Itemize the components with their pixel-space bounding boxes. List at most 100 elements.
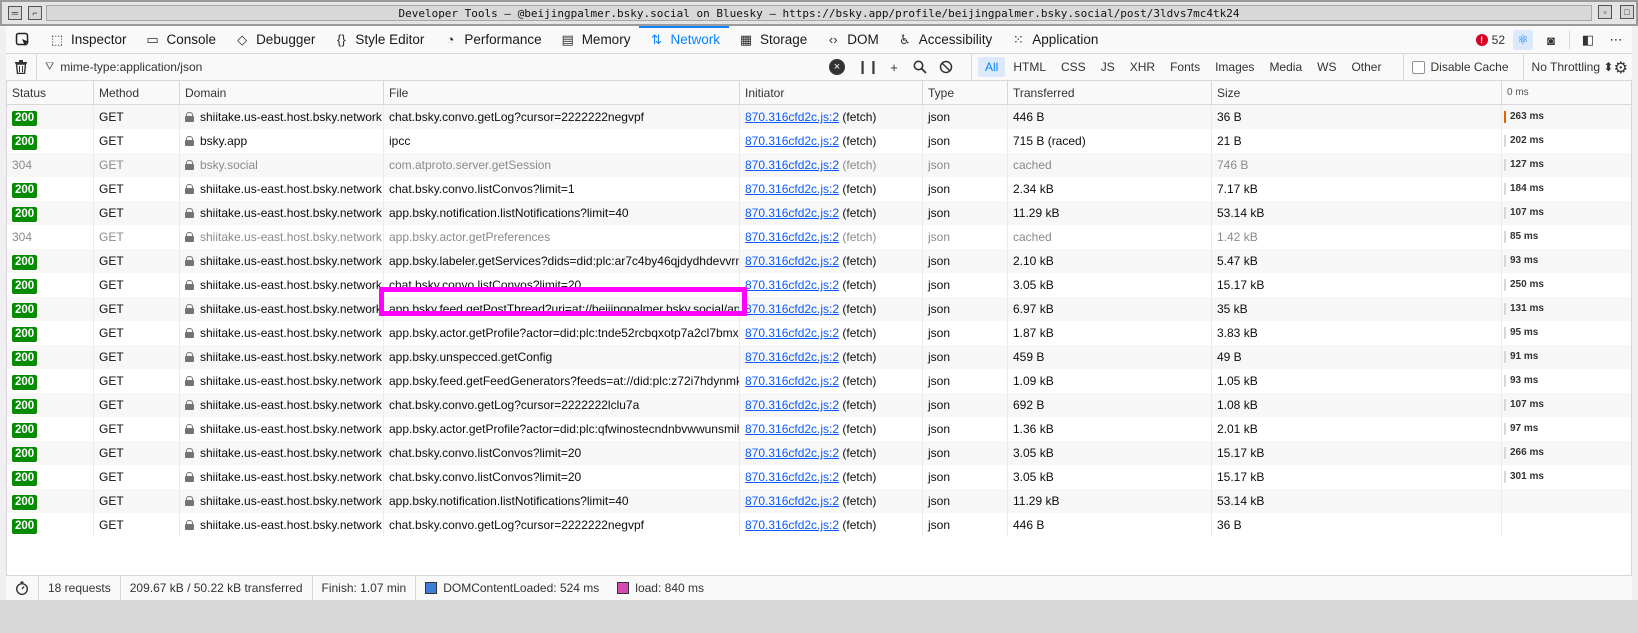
column-header-transferred[interactable]: Transferred <box>1008 81 1212 105</box>
network-settings-gear-icon[interactable]: ⚙ <box>1614 58 1628 78</box>
type-filter-images[interactable]: Images <box>1208 57 1261 77</box>
tab-network[interactable]: ⇅ Network <box>639 25 729 54</box>
more-options-icon[interactable]: ⋯ <box>1606 30 1626 50</box>
window-maximize-button[interactable]: □ <box>1620 5 1634 19</box>
column-header-type[interactable]: Type <box>923 81 1008 105</box>
table-row[interactable]: 200 GET shiitake.us-east.host.bsky.network… <box>7 249 1631 273</box>
initiator-link[interactable]: 870.316cfd2c.js:2 <box>745 158 839 172</box>
clear-filter-icon[interactable]: × <box>829 58 845 75</box>
waterfall-time: 202 ms <box>1510 135 1544 146</box>
tab-accessibility[interactable]: ♿ Accessibility <box>888 26 1002 54</box>
cell-time: 85 ms <box>1502 225 1626 249</box>
table-row[interactable]: 200 GET shiitake.us-east.host.bsky.network… <box>7 417 1631 441</box>
initiator-link[interactable]: 870.316cfd2c.js:2 <box>745 446 839 460</box>
table-row[interactable]: 200 GET shiitake.us-east.host.bsky.network… <box>7 297 1631 321</box>
table-row[interactable]: 200 GET shiitake.us-east.host.bsky.network… <box>7 369 1631 393</box>
type-filter-media[interactable]: Media <box>1262 57 1309 77</box>
table-row[interactable]: 200 GET shiitake.us-east.host.bsky.network… <box>7 273 1631 297</box>
tab-debugger[interactable]: ◇ Debugger <box>225 26 324 54</box>
type-filter-xhr[interactable]: XHR <box>1123 57 1162 77</box>
react-devtools-icon[interactable]: ⚛ <box>1513 30 1533 50</box>
waterfall-bar <box>1504 375 1506 387</box>
window-shade-button[interactable]: ⌐ <box>28 6 42 20</box>
search-icon[interactable] <box>909 57 931 77</box>
column-header-method[interactable]: Method <box>94 81 180 105</box>
initiator-link[interactable]: 870.316cfd2c.js:2 <box>745 494 839 508</box>
table-row[interactable]: 200 GET shiitake.us-east.host.bsky.network… <box>7 345 1631 369</box>
table-row[interactable]: 200 GET shiitake.us-east.host.bsky.network… <box>7 465 1631 489</box>
pause-icon[interactable]: ❙❙ <box>857 57 879 77</box>
initiator-link[interactable]: 870.316cfd2c.js:2 <box>745 254 839 268</box>
transferred-text: 3.05 kB <box>1013 446 1054 460</box>
window-minimize-button[interactable]: ▫ <box>1598 5 1612 19</box>
table-row[interactable]: 200 GET shiitake.us-east.host.bsky.network… <box>7 321 1631 345</box>
column-header-initiator[interactable]: Initiator <box>740 81 923 105</box>
tab-inspector[interactable]: ⬚ Inspector <box>40 26 136 54</box>
column-header-time[interactable]: 0 ms <box>1502 81 1626 105</box>
filter-urls-input[interactable]: ⛛ mime-type:application/json × <box>36 53 851 81</box>
disable-cache-checkbox[interactable] <box>1412 60 1426 74</box>
initiator-link[interactable]: 870.316cfd2c.js:2 <box>745 422 839 436</box>
tab-storage[interactable]: ▦ Storage <box>729 26 816 54</box>
table-row[interactable]: 200 GET shiitake.us-east.host.bsky.network… <box>7 489 1631 513</box>
performance-analysis-button[interactable] <box>6 575 39 601</box>
transferred-text: 3.05 kB <box>1013 278 1054 292</box>
initiator-link[interactable]: 870.316cfd2c.js:2 <box>745 134 839 148</box>
type-filter-ws[interactable]: WS <box>1310 57 1343 77</box>
initiator-link[interactable]: 870.316cfd2c.js:2 <box>745 110 839 124</box>
window-menu-button[interactable]: ═ <box>8 6 22 20</box>
initiator-link[interactable]: 870.316cfd2c.js:2 <box>745 398 839 412</box>
table-row[interactable]: 200 GET shiitake.us-east.host.bsky.network… <box>7 177 1631 201</box>
screenshot-icon[interactable]: ◙ <box>1541 30 1561 50</box>
type-filter-all[interactable]: All <box>978 57 1006 77</box>
waterfall-bar <box>1504 231 1506 243</box>
type-filter-js[interactable]: JS <box>1094 57 1122 77</box>
table-row[interactable]: 200 GET shiitake.us-east.host.bsky.network… <box>7 513 1631 537</box>
tab-application[interactable]: ⁙ Application <box>1001 26 1107 54</box>
initiator-link[interactable]: 870.316cfd2c.js:2 <box>745 350 839 364</box>
column-header-domain[interactable]: Domain <box>180 81 384 105</box>
add-request-blocking-icon[interactable]: + <box>883 57 905 77</box>
initiator-link[interactable]: 870.316cfd2c.js:2 <box>745 302 839 316</box>
tab-console[interactable]: ▭ Console <box>136 26 226 54</box>
initiator-link[interactable]: 870.316cfd2c.js:2 <box>745 518 839 532</box>
initiator-link[interactable]: 870.316cfd2c.js:2 <box>745 326 839 340</box>
table-row[interactable]: 200 GET bsky.app ipcc 870.316cfd2c.js:2 (fet… <box>7 129 1631 153</box>
table-row[interactable]: 200 GET shiitake.us-east.host.bsky.network… <box>7 441 1631 465</box>
lock-icon <box>185 328 194 338</box>
status-badge: 200 <box>12 447 38 462</box>
table-row[interactable]: 304 GET bsky.social com.atproto.server.getS… <box>7 153 1631 177</box>
request-table: Status Method Domain File Initiator Type Trans… <box>6 81 1632 595</box>
disable-cache-toggle[interactable]: Disable Cache <box>1403 53 1509 81</box>
element-picker-button[interactable] <box>6 26 40 54</box>
tab-performance[interactable]: ◔ Performance <box>433 26 550 54</box>
initiator-link[interactable]: 870.316cfd2c.js:2 <box>745 278 839 292</box>
initiator-link[interactable]: 870.316cfd2c.js:2 <box>745 374 839 388</box>
tab-style-editor[interactable]: {} Style Editor <box>324 26 433 54</box>
type-filter-fonts[interactable]: Fonts <box>1163 57 1207 77</box>
initiator-link[interactable]: 870.316cfd2c.js:2 <box>745 230 839 244</box>
type-filter-css[interactable]: CSS <box>1054 57 1093 77</box>
cell-transferred: cached <box>1008 225 1212 249</box>
initiator-link[interactable]: 870.316cfd2c.js:2 <box>745 470 839 484</box>
file-text: chat.bsky.convo.getLog?cursor=2222222neg… <box>389 110 644 124</box>
tab-memory[interactable]: ▤ Memory <box>551 26 640 54</box>
status-badge: 200 <box>12 207 38 222</box>
column-header-status[interactable]: Status <box>7 81 94 105</box>
throttling-select[interactable]: No Throttling ⬍ <box>1522 53 1613 81</box>
dock-toggle-icon[interactable]: ◧ <box>1578 30 1598 50</box>
type-filter-html[interactable]: HTML <box>1006 57 1053 77</box>
column-header-file[interactable]: File <box>384 81 740 105</box>
type-filter-other[interactable]: Other <box>1344 57 1388 77</box>
tab-dom[interactable]: ‹› DOM <box>816 26 888 54</box>
block-requests-icon[interactable] <box>935 57 957 77</box>
clear-log-button[interactable] <box>6 60 36 74</box>
error-count-badge[interactable]: ! 52 <box>1475 33 1505 47</box>
table-row[interactable]: 304 GET shiitake.us-east.host.bsky.network… <box>7 225 1631 249</box>
initiator-link[interactable]: 870.316cfd2c.js:2 <box>745 206 839 220</box>
table-row[interactable]: 200 GET shiitake.us-east.host.bsky.network… <box>7 105 1631 129</box>
table-row[interactable]: 200 GET shiitake.us-east.host.bsky.network… <box>7 393 1631 417</box>
column-header-size[interactable]: Size <box>1212 81 1502 105</box>
initiator-link[interactable]: 870.316cfd2c.js:2 <box>745 182 839 196</box>
table-row[interactable]: 200 GET shiitake.us-east.host.bsky.network… <box>7 201 1631 225</box>
